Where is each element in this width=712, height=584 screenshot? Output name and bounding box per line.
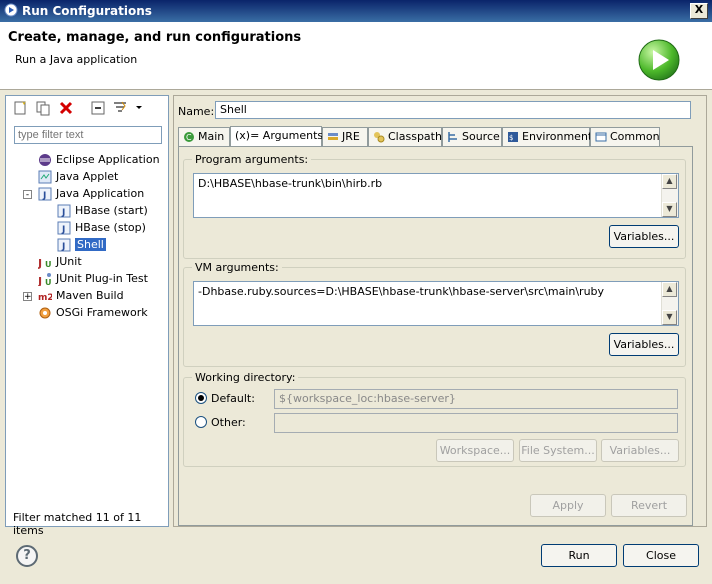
tree-item-shell[interactable]: J Shell <box>57 237 106 253</box>
header-title: Create, manage, and run configurations <box>8 30 302 45</box>
svg-text:J: J <box>61 225 65 235</box>
default-label: Default: <box>211 392 255 405</box>
junit-plugin-icon: JU <box>38 273 52 286</box>
program-arguments-group: Program arguments: D:\HBASE\hbase-trunk\… <box>183 153 686 259</box>
help-icon[interactable]: ? <box>16 545 38 567</box>
jre-library-icon <box>328 133 338 140</box>
vm-arguments-group: VM arguments: -Dhbase.ruby.sources=D:\HB… <box>183 261 686 367</box>
program-arguments-variables-button[interactable]: Variables... <box>609 225 679 248</box>
svg-text:J: J <box>38 275 42 286</box>
filter-config-icon[interactable] <box>112 100 128 116</box>
scroll-up-icon[interactable]: ▲ <box>662 282 677 297</box>
filter-status: Filter matched 11 of 11 items <box>13 511 142 537</box>
svg-text:U: U <box>45 278 52 286</box>
vm-arguments-textarea[interactable]: -Dhbase.ruby.sources=D:\HBASE\hbase-trun… <box>193 281 679 326</box>
svg-text:J: J <box>38 257 42 269</box>
other-directory-field[interactable] <box>274 413 678 433</box>
tree-item-hbase-stop[interactable]: J HBase (stop) <box>57 220 146 236</box>
configuration-editor-panel: Name: Shell C Main (x)= Arguments JRE Cla… <box>173 95 707 527</box>
title-bar: Run Configurations X <box>0 0 712 22</box>
maven-icon: m2 <box>38 293 52 303</box>
eclipse-icon <box>39 154 51 166</box>
svg-text:J: J <box>61 242 65 252</box>
configuration-tree-panel: Eclipse Application Java Applet - JJava … <box>5 95 169 537</box>
tree-expander-maven-build[interactable]: + <box>23 292 32 302</box>
tab-main[interactable]: C Main <box>178 127 230 146</box>
environment-icon: $ <box>508 132 518 142</box>
svg-text:U: U <box>45 260 52 269</box>
svg-text:J: J <box>61 208 65 218</box>
classpath-icon <box>374 132 385 143</box>
working-directory-variables-button[interactable]: Variables... <box>601 439 679 462</box>
java-config-icon: J <box>57 204 71 218</box>
svg-text:m2: m2 <box>38 293 52 303</box>
revert-button[interactable]: Revert <box>611 494 687 517</box>
tree-item-junit[interactable]: J U JUnit <box>38 254 82 270</box>
close-button[interactable]: Close <box>623 544 699 567</box>
tab-arguments[interactable]: (x)= Arguments <box>230 126 323 147</box>
source-icon <box>448 132 457 142</box>
junit-icon: JU <box>38 257 52 269</box>
tree-item-osgi-framework[interactable]: OSGi Framework <box>38 305 148 321</box>
tree-item-junit-plugin-test[interactable]: J U JUnit Plug-in Test <box>38 271 148 287</box>
delete-config-icon[interactable] <box>58 100 74 116</box>
common-icon <box>595 132 607 142</box>
duplicate-config-icon[interactable] <box>35 100 51 116</box>
working-directory-group: Working directory: Default: ${workspace_… <box>183 371 686 467</box>
program-arguments-textarea[interactable]: D:\HBASE\hbase-trunk\bin\hirb.rb ▲ ▼ <box>193 173 679 218</box>
apply-button[interactable]: Apply <box>530 494 606 517</box>
tree-item-java-application[interactable]: J Java Application <box>38 186 144 202</box>
tab-common[interactable]: Common <box>590 127 660 146</box>
tab-source[interactable]: Source <box>442 127 502 146</box>
name-label: Name: <box>178 105 215 118</box>
scroll-down-icon[interactable]: ▼ <box>662 202 677 217</box>
scroll-up-icon[interactable]: ▲ <box>662 174 677 189</box>
other-radio[interactable] <box>195 416 207 428</box>
tree-item-java-applet[interactable]: Java Applet <box>38 169 118 185</box>
tree-item-eclipse-application[interactable]: Eclipse Application <box>38 152 160 168</box>
scroll-down-icon[interactable]: ▼ <box>662 310 677 325</box>
tree-expander-java-application[interactable]: - <box>23 190 32 200</box>
arguments-tab-body: Program arguments: D:\HBASE\hbase-trunk\… <box>178 146 693 526</box>
name-input[interactable]: Shell <box>215 101 691 119</box>
vm-arguments-variables-button[interactable]: Variables... <box>609 333 679 356</box>
program-arguments-title: Program arguments: <box>192 153 312 166</box>
tree-item-hbase-start[interactable]: J HBase (start) <box>57 203 148 219</box>
vm-arguments-title: VM arguments: <box>192 261 282 274</box>
vm-arguments-scrollbar[interactable]: ▲ ▼ <box>661 282 678 325</box>
other-label: Other: <box>211 416 246 429</box>
applet-icon <box>38 170 52 184</box>
dialog-header: Create, manage, and run configurations R… <box>0 22 712 90</box>
java-config-icon: J <box>57 221 71 235</box>
new-config-icon[interactable] <box>12 100 28 116</box>
svg-text:J: J <box>42 191 46 201</box>
main-tab-icon: C <box>184 132 194 142</box>
header-subtitle: Run a Java application <box>15 53 138 66</box>
osgi-icon <box>39 307 51 319</box>
run-banner-icon <box>638 39 680 81</box>
java-app-icon: J <box>38 187 52 201</box>
default-radio[interactable] <box>195 392 207 404</box>
run-button[interactable]: Run <box>541 544 617 567</box>
run-app-icon <box>4 3 18 17</box>
view-menu-chevron-down-icon[interactable] <box>134 102 144 112</box>
tab-classpath[interactable]: Classpath <box>368 127 442 146</box>
tab-jre[interactable]: JRE <box>322 127 368 146</box>
filter-input[interactable] <box>14 126 162 144</box>
default-directory-field: ${workspace_loc:hbase-server} <box>274 389 678 409</box>
java-config-icon: J <box>57 238 71 252</box>
close-window-button[interactable]: X <box>690 3 708 19</box>
file-system-button[interactable]: File System... <box>519 439 597 462</box>
svg-text:C: C <box>186 133 192 142</box>
program-arguments-scrollbar[interactable]: ▲ ▼ <box>661 174 678 217</box>
working-directory-title: Working directory: <box>192 371 299 384</box>
workspace-button[interactable]: Workspace... <box>436 439 514 462</box>
svg-text:$: $ <box>509 134 513 142</box>
collapse-all-icon[interactable] <box>90 100 106 116</box>
window-title: Run Configurations <box>22 4 152 18</box>
tab-environment[interactable]: $ Environment <box>502 127 592 146</box>
tree-item-maven-build[interactable]: m2 Maven Build <box>38 288 124 304</box>
